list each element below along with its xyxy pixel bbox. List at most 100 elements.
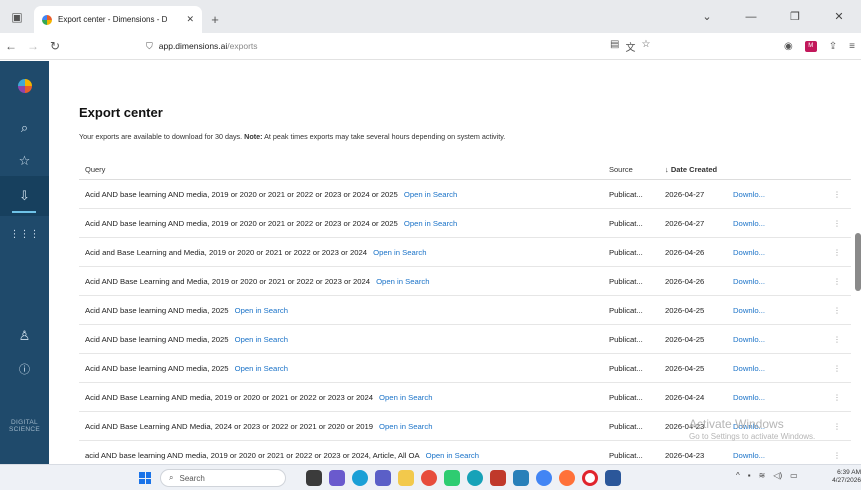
open-in-search-link[interactable]: Open in Search (404, 190, 457, 199)
open-in-search-link[interactable]: Open in Search (235, 364, 288, 373)
activate-windows-watermark: Activate Windows (689, 417, 784, 431)
share-icon[interactable]: ⇪ (829, 41, 837, 52)
user-icon[interactable]: ♙ (0, 328, 49, 344)
more-options-icon[interactable]: ⋮ (823, 364, 851, 373)
clock-date: 4/27/2026 (832, 477, 861, 484)
bookmark-star-icon[interactable]: ☆ (641, 39, 650, 54)
minimize-icon[interactable]: — (729, 11, 773, 23)
more-options-icon[interactable]: ⋮ (823, 335, 851, 344)
back-icon[interactable]: ← (0, 39, 22, 53)
firefox-icon[interactable] (559, 470, 575, 486)
close-icon[interactable]: ✕ (186, 14, 194, 25)
activate-windows-subtext: Go to Settings to activate Windows. (689, 432, 816, 441)
taskbar-search-placeholder: Search (179, 473, 205, 483)
open-in-search-link[interactable]: Open in Search (373, 248, 426, 257)
search-icon[interactable]: ⌕ (0, 120, 49, 136)
forward-icon[interactable]: → (22, 39, 44, 53)
file-explorer-icon[interactable] (398, 470, 414, 486)
taskbar-search[interactable]: ⌕ Search (160, 469, 286, 487)
word-icon[interactable] (605, 470, 621, 486)
tab-list-icon[interactable]: ▣ (0, 0, 34, 33)
url-host: app.dimensions.ai (158, 41, 228, 51)
page-title: Export center (79, 105, 163, 120)
download-link[interactable]: Downlo... (733, 219, 823, 228)
reload-icon[interactable]: ↻ (44, 39, 66, 53)
more-options-icon[interactable]: ⋮ (823, 277, 851, 286)
wifi-icon[interactable]: ≋ (759, 471, 766, 480)
chevron-up-icon[interactable]: ^ (736, 471, 740, 480)
search-icon: ⌕ (169, 473, 174, 482)
dimensions-logo-icon[interactable] (0, 79, 49, 93)
download-link[interactable]: Downlo... (733, 190, 823, 199)
battery-icon[interactable]: ▭ (790, 471, 798, 480)
task-view-icon[interactable] (306, 470, 322, 486)
query-cell: Acid AND base learning AND media, 2025 Op… (79, 364, 609, 373)
favorites-star-icon[interactable]: ☆ (0, 153, 49, 169)
app-icon-3[interactable] (444, 470, 460, 486)
more-options-icon[interactable]: ⋮ (823, 422, 851, 431)
opera-icon[interactable] (582, 470, 598, 486)
query-cell: Acid AND Base Learning and Media, 2019 o… (79, 277, 609, 286)
more-options-icon[interactable]: ⋮ (823, 451, 851, 460)
site-info-icon[interactable]: ⛉ (146, 41, 153, 52)
open-in-search-link[interactable]: Open in Search (376, 277, 429, 286)
url-path: /exports (227, 41, 258, 51)
download-link[interactable]: Downlo... (733, 306, 823, 315)
address-bar: ← → ↻ ⛉ app.dimensions.ai /exports ▤ 文 ☆… (0, 33, 861, 60)
download-link[interactable]: Downlo... (733, 248, 823, 257)
chevron-down-icon[interactable]: ⌄ (685, 10, 729, 23)
download-link[interactable]: Downlo... (733, 364, 823, 373)
app-icon-2[interactable] (421, 470, 437, 486)
new-tab-icon[interactable]: + (202, 6, 228, 33)
browser-tab[interactable]: Export center - Dimensions - D ✕ (34, 6, 202, 33)
download-link[interactable]: Downlo... (733, 277, 823, 286)
app-icon-6[interactable] (513, 470, 529, 486)
query-cell: Acid AND base learning AND media, 2019 o… (79, 190, 609, 199)
date-cell: 2026-04-23 (665, 450, 705, 460)
chrome-icon[interactable] (536, 470, 552, 486)
windows-start-icon[interactable] (139, 472, 151, 484)
menu-icon[interactable]: ≡ (849, 41, 855, 52)
open-in-search-link[interactable]: Open in Search (379, 422, 432, 431)
app-icon-1[interactable] (329, 470, 345, 486)
taskbar-clock[interactable]: 6:39 AM 4/27/2026 (826, 469, 861, 485)
account-icon[interactable]: ◉ (784, 41, 793, 52)
main-content: Export center Your exports are available… (49, 61, 861, 464)
more-options-icon[interactable]: ⋮ (823, 393, 851, 402)
download-link[interactable]: Downlo... (733, 335, 823, 344)
column-header-source: Source (609, 165, 633, 174)
app-icon-5[interactable] (490, 470, 506, 486)
open-in-search-link[interactable]: Open in Search (404, 219, 457, 228)
scrollbar-thumb[interactable] (855, 233, 861, 291)
download-link[interactable]: Downlo... (733, 451, 823, 460)
more-options-icon[interactable]: ⋮ (823, 248, 851, 257)
column-header-date[interactable]: ↓ Date Created (665, 165, 733, 174)
more-options-icon[interactable]: ⋮ (823, 306, 851, 315)
teams-icon[interactable] (375, 470, 391, 486)
restore-icon[interactable]: ❐ (773, 10, 817, 23)
translate-icon[interactable]: 文 (625, 39, 635, 54)
app-sidebar: ⌕ ☆ ⇩ ⋮⋮⋮ ♙ ⓘ DIGITAL SCIENCE (0, 61, 49, 464)
open-in-search-link[interactable]: Open in Search (235, 335, 288, 344)
apps-grid-icon[interactable]: ⋮⋮⋮ (0, 229, 49, 240)
open-in-search-link[interactable]: Open in Search (426, 451, 479, 460)
reader-view-icon[interactable]: ▤ (610, 39, 619, 54)
close-window-icon[interactable]: ✕ (817, 10, 861, 23)
tab-title: Export center - Dimensions - D (58, 15, 168, 24)
table-row: Acid AND base learning AND media, 2025 Op… (79, 296, 851, 325)
volume-icon[interactable]: ◁) (773, 471, 782, 480)
download-link[interactable]: Downlo... (733, 393, 823, 402)
extension-icon[interactable]: M (804, 40, 817, 52)
open-in-search-link[interactable]: Open in Search (379, 393, 432, 402)
more-options-icon[interactable]: ⋮ (823, 219, 851, 228)
tray-app-icon[interactable]: ▪ (748, 471, 751, 480)
edge-icon[interactable] (352, 470, 368, 486)
app-icon-4[interactable] (467, 470, 483, 486)
exports-icon[interactable]: ⇩ (0, 176, 49, 216)
more-options-icon[interactable]: ⋮ (823, 190, 851, 199)
open-in-search-link[interactable]: Open in Search (235, 306, 288, 315)
query-cell: Acid AND Base Learning AND media, 2019 o… (79, 393, 609, 402)
table-row: Acid AND base learning AND media, 2019 o… (79, 180, 851, 209)
table-row: Acid AND Base Learning AND media, 2019 o… (79, 383, 851, 412)
help-icon[interactable]: ⓘ (0, 361, 49, 377)
